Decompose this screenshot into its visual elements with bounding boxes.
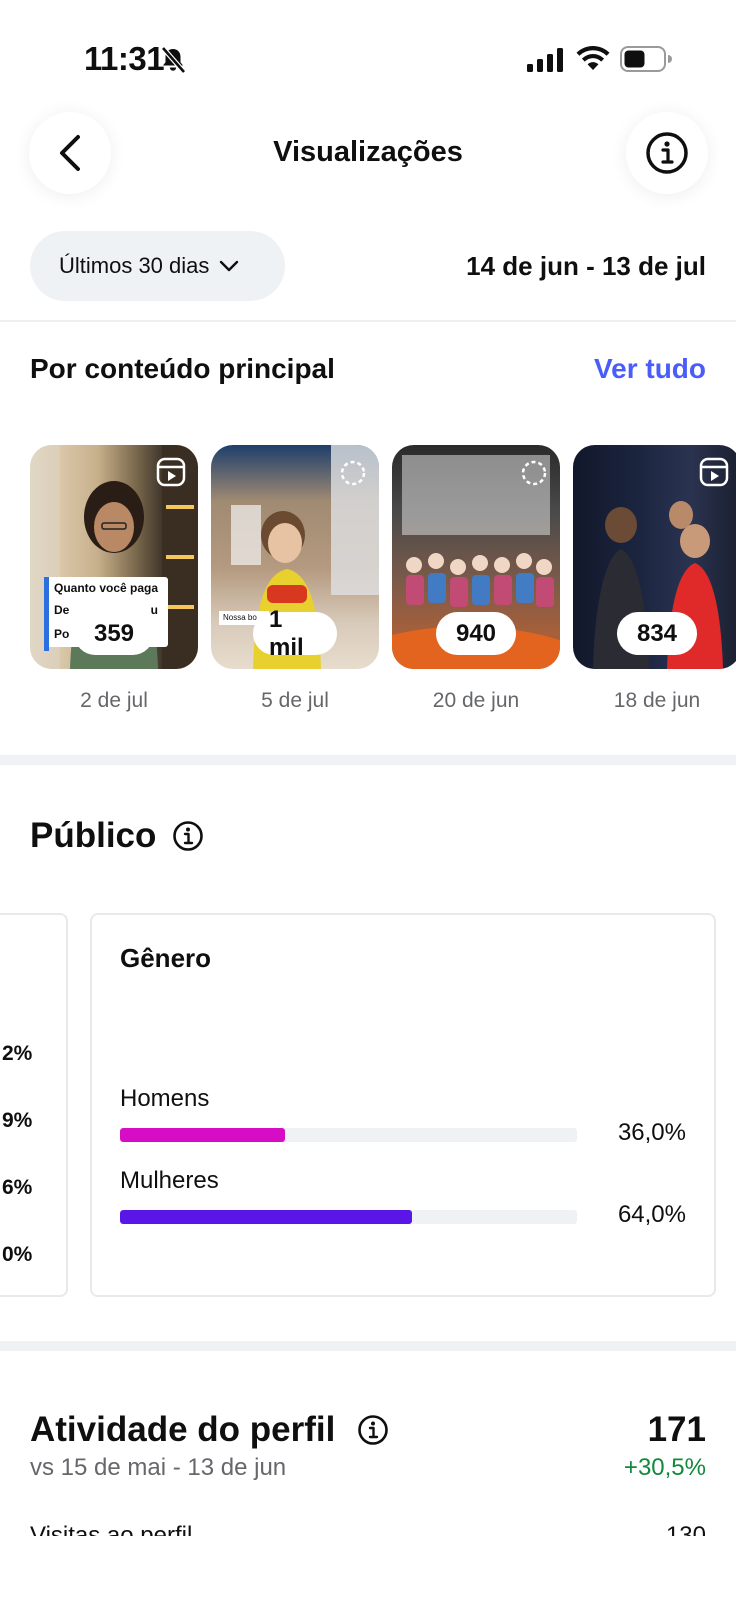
views-count: 940 [436,612,516,655]
audience-title: Público [30,816,157,855]
caption-line: u [150,603,158,617]
top-content-carousel[interactable]: Quanto você paga De u Po ? 359 2 de jul [30,445,736,715]
reel-icon [699,457,729,487]
content-item[interactable]: Nossa bo 1 mil 5 de jul [211,445,379,713]
content-thumbnail: Quanto você paga De u Po ? 359 [30,445,198,669]
caption-line: De [54,603,70,617]
gender-percent-women: 64,0% [617,1201,686,1228]
carousel-loading-icon [521,460,547,486]
profile-activity-value: 171 [647,1410,706,1449]
date-range-dropdown-label: Últimos 30 dias [59,253,210,278]
see-all-link[interactable]: Ver tudo [594,353,706,385]
header: Visualizações [0,112,736,196]
content-date: 5 de jul [261,689,329,712]
profile-visits-row-clipped: Visitas ao perfil 130 [0,1520,736,1536]
signal-icon [527,48,563,72]
profile-activity-comparison: vs 15 de mai - 13 de jun [30,1454,287,1481]
gender-label-women: Mulheres [120,1167,219,1194]
age-percent: 9% [2,1109,33,1132]
bell-slash-icon [161,46,186,74]
content-item[interactable]: Quanto você paga De u Po ? 359 2 de jul [30,445,198,713]
profile-visits-label: Visitas ao perfil [30,1522,193,1536]
carousel-loading-icon [340,460,366,486]
content-item[interactable]: 940 20 de jun [392,445,560,713]
profile-activity-title: Atividade do perfil [30,1410,336,1449]
status-time: 11:31 [84,40,165,77]
profile-activity-delta: +30,5% [623,1454,706,1481]
content-thumbnail: 940 [392,445,560,669]
info-button[interactable] [626,112,708,194]
age-percent: 0% [2,1243,33,1266]
audience-gender-card[interactable]: Gênero Homens 36,0% Mulheres 64,0% [90,913,716,1297]
date-range-dropdown[interactable]: Últimos 30 dias [30,231,285,301]
content-thumbnail: 834 [573,445,736,669]
age-percent: 2% [2,1042,33,1065]
reel-icon [156,457,186,487]
gender-percent-men: 36,0% [617,1119,686,1146]
profile-visits-value: 130 [665,1522,706,1536]
caption-line: Nossa bo [223,613,257,622]
caption-line: Po [54,627,70,641]
date-range-text: 14 de jun - 13 de jul [466,251,706,281]
content-thumbnail: Nossa bo 1 mil [211,445,379,669]
info-icon[interactable] [357,1414,389,1446]
wifi-icon [576,46,610,70]
section-divider [0,1341,736,1351]
gender-label-men: Homens [120,1085,210,1112]
audience-age-card[interactable] [0,913,68,1297]
status-bar: 11:31 [0,0,736,110]
views-count: 1 mil [253,606,337,661]
caption-line: Quanto você paga [54,581,159,595]
gender-bar-women [120,1210,577,1224]
top-content-title: Por conteúdo principal [30,353,335,384]
views-count: 359 [74,612,154,655]
age-percent: 6% [2,1176,33,1199]
content-date: 18 de jun [613,689,701,712]
content-date: 2 de jul [80,689,148,712]
section-divider [0,755,736,765]
content-item[interactable]: 834 18 de jun [573,445,736,713]
gender-bar-fill-men [120,1128,285,1142]
gender-bar-fill-women [120,1210,413,1224]
divider [0,320,736,322]
info-icon[interactable] [172,820,204,852]
info-icon [646,132,688,174]
gender-title: Gênero [120,943,212,973]
filter-row: Últimos 30 dias 14 de jun - 13 de jul [0,231,736,303]
content-date: 20 de jun [432,689,520,712]
chevron-down-icon [220,260,239,272]
views-count: 834 [617,612,697,655]
gender-bar-men [120,1128,577,1142]
battery-icon [620,46,672,72]
